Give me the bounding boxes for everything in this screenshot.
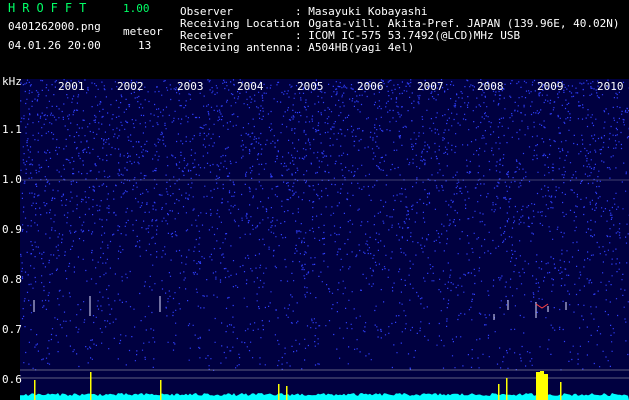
x-tick-2003: 2003 <box>177 80 204 93</box>
signal-spike <box>536 372 540 400</box>
x-tick-2002: 2002 <box>117 80 144 93</box>
y-tick-0-8: 0.8 <box>2 273 22 286</box>
x-tick-2007: 2007 <box>417 80 444 93</box>
signal-spike <box>540 371 544 400</box>
y-tick-0-9: 0.9 <box>2 223 22 236</box>
y-tick-1-0: 1.0 <box>2 173 22 186</box>
signal-spike <box>160 380 162 400</box>
x-tick-2006: 2006 <box>357 80 384 93</box>
signal-spike <box>560 382 562 400</box>
signal-spike <box>90 372 92 400</box>
signal-spike <box>498 384 500 400</box>
signal-spike <box>286 386 288 400</box>
y-unit-label: kHz <box>2 75 22 88</box>
x-tick-2009: 2009 <box>537 80 564 93</box>
signal-spike <box>544 374 548 400</box>
x-tick-2010: 2010 <box>597 80 624 93</box>
y-tick-1-1: 1.1 <box>2 123 22 136</box>
x-tick-2004: 2004 <box>237 80 264 93</box>
x-tick-2005: 2005 <box>297 80 324 93</box>
spectrogram-background <box>20 79 629 400</box>
signal-spike <box>34 380 36 400</box>
y-tick-0-7: 0.7 <box>2 323 22 336</box>
signal-spike <box>506 378 508 400</box>
x-tick-2001: 2001 <box>58 80 85 93</box>
signal-spike <box>278 384 280 400</box>
y-tick-0-6: 0.6 <box>2 373 22 386</box>
spectrogram-plot <box>20 79 629 400</box>
x-tick-2008: 2008 <box>477 80 504 93</box>
